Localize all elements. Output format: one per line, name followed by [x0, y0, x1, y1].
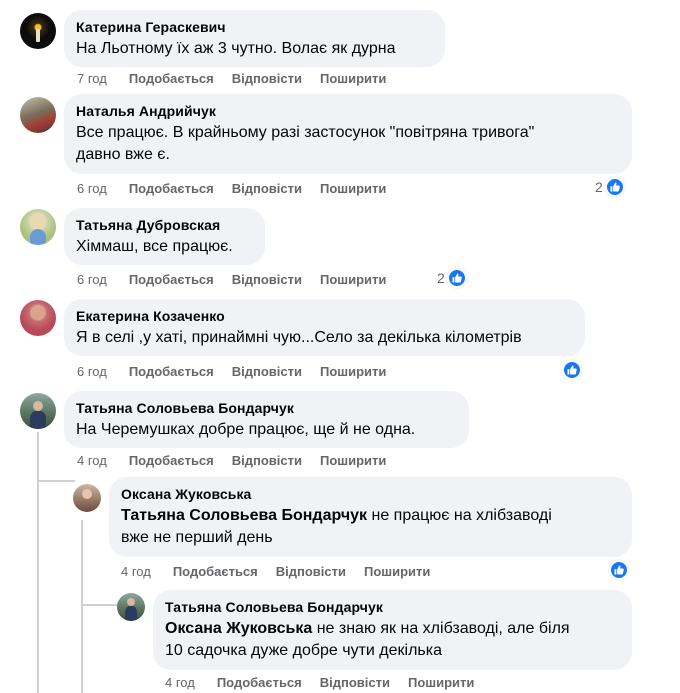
comment-text: 10 садочка дуже добре чути декілька	[165, 642, 443, 659]
comment-author[interactable]: Татьяна Дубровская	[76, 216, 253, 234]
comment-text: На Льотному їх аж 3 чутно. Волає як дурн…	[76, 40, 396, 57]
avatar[interactable]	[20, 97, 56, 133]
comment-actions: 4 год Подобається Відповісти Поширити	[121, 562, 430, 580]
comment-time[interactable]: 6 год	[77, 181, 107, 196]
comment-text: Все працює. В крайньому разі застосунок …	[76, 124, 535, 141]
reply-button[interactable]: Відповісти	[232, 364, 302, 379]
comment-actions: 6 год Подобається Відповісти Поширити	[77, 179, 386, 197]
comment-text: Хіммаш, все працює.	[76, 238, 233, 255]
reply-bubble: Татьяна Соловьева Бондарчук Оксана Жуков…	[153, 590, 632, 670]
comment-author[interactable]: Наталья Андрийчук	[76, 102, 620, 120]
reaction-count[interactable]	[607, 560, 629, 580]
like-button[interactable]: Подобається	[129, 272, 214, 287]
comment-bubble: Татьяна Соловьева Бондарчук На Черемушка…	[64, 391, 469, 448]
comment-time[interactable]: 4 год	[121, 564, 151, 579]
comment-time[interactable]: 4 год	[77, 453, 107, 468]
comment-actions: 6 год Подобається Відповісти Поширити	[77, 362, 386, 380]
comment-bubble: Катерина Гераскевич На Льотному їх аж 3 …	[64, 10, 445, 67]
avatar[interactable]	[73, 484, 101, 512]
comment-author[interactable]: Оксана Жуковська	[121, 485, 620, 503]
reaction-count-label: 2	[437, 270, 445, 286]
thumbs-up-icon	[604, 177, 625, 197]
avatar[interactable]	[117, 593, 145, 621]
comment-time[interactable]: 7 год	[77, 71, 107, 86]
avatar[interactable]	[20, 300, 56, 336]
thumbs-up-icon	[562, 360, 582, 380]
share-button[interactable]: Поширити	[320, 71, 386, 86]
thread-line	[81, 520, 83, 693]
thumbs-up-icon	[609, 560, 629, 580]
reaction-count-label: 2	[595, 179, 603, 195]
comment-bubble: Екатерина Козаченко Я в селі ,у хаті, пр…	[64, 299, 585, 356]
comment-actions: 4 год Подобається Відповісти Поширити	[77, 451, 386, 469]
comment-text: На Черемушках добре працює, ще й не одна…	[76, 421, 416, 438]
comment-bubble: Наталья Андрийчук Все працює. В крайньом…	[64, 94, 632, 174]
thumbs-up-icon	[446, 268, 467, 288]
comment-text: давно вже є.	[76, 146, 170, 163]
comment-text: вже не перший день	[121, 529, 273, 546]
like-button[interactable]: Подобається	[129, 453, 214, 468]
avatar[interactable]	[20, 209, 56, 245]
comment-text-rest: не знаю як на хлібзаводі, але біля	[312, 620, 570, 637]
comment-text: Оксана Жуковська не знаю як на хлібзавод…	[165, 618, 620, 640]
comment-author[interactable]: Катерина Гераскевич	[76, 18, 433, 36]
reply-button[interactable]: Відповісти	[232, 453, 302, 468]
thread-line	[37, 480, 75, 482]
comment-time[interactable]: 6 год	[77, 364, 107, 379]
comment-time[interactable]: 6 год	[77, 272, 107, 287]
comment-actions: 6 год Подобається Відповісти Поширити	[77, 270, 386, 288]
mention-link[interactable]: Оксана Жуковська	[165, 620, 312, 637]
reaction-count[interactable]: 2	[595, 177, 625, 197]
comment-text-rest: не працює на хлібзаводі	[367, 507, 552, 524]
reply-button[interactable]: Відповісти	[232, 71, 302, 86]
mention-link[interactable]: Татьяна Соловьева Бондарчук	[121, 507, 367, 524]
thread-line	[37, 432, 39, 693]
comment-author[interactable]: Татьяна Соловьева Бондарчук	[76, 399, 457, 417]
like-button[interactable]: Подобається	[173, 564, 258, 579]
reaction-count[interactable]: 2	[437, 268, 467, 288]
reply-button[interactable]: Відповісти	[232, 272, 302, 287]
reaction-count[interactable]	[560, 360, 582, 380]
avatar[interactable]	[20, 393, 56, 429]
share-button[interactable]: Поширити	[320, 272, 386, 287]
share-button[interactable]: Поширити	[408, 675, 474, 690]
reply-button[interactable]: Відповісти	[320, 675, 390, 690]
share-button[interactable]: Поширити	[320, 453, 386, 468]
comment-time[interactable]: 4 год	[165, 675, 195, 690]
comment-text: Татьяна Соловьева Бондарчук не працює на…	[121, 505, 620, 527]
avatar[interactable]	[20, 13, 56, 49]
share-button[interactable]: Поширити	[320, 181, 386, 196]
reply-button[interactable]: Відповісти	[232, 181, 302, 196]
like-button[interactable]: Подобається	[129, 71, 214, 86]
share-button[interactable]: Поширити	[320, 364, 386, 379]
thread-line	[81, 604, 119, 606]
comment-text: Я в селі ,у хаті, принаймні чую...Село з…	[76, 329, 522, 346]
comment-author[interactable]: Татьяна Соловьева Бондарчук	[165, 598, 620, 616]
comment-author[interactable]: Екатерина Козаченко	[76, 307, 573, 325]
share-button[interactable]: Поширити	[364, 564, 430, 579]
like-button[interactable]: Подобається	[217, 675, 302, 690]
reply-bubble: Оксана Жуковська Татьяна Соловьева Бонда…	[109, 477, 632, 557]
comment-actions: 4 год Подобається Відповісти Поширити	[165, 673, 474, 691]
reply-button[interactable]: Відповісти	[276, 564, 346, 579]
comment-bubble: Татьяна Дубровская Хіммаш, все працює.	[64, 208, 265, 265]
comment-actions: 7 год Подобається Відповісти Поширити	[77, 69, 386, 87]
like-button[interactable]: Подобається	[129, 364, 214, 379]
like-button[interactable]: Подобається	[129, 181, 214, 196]
